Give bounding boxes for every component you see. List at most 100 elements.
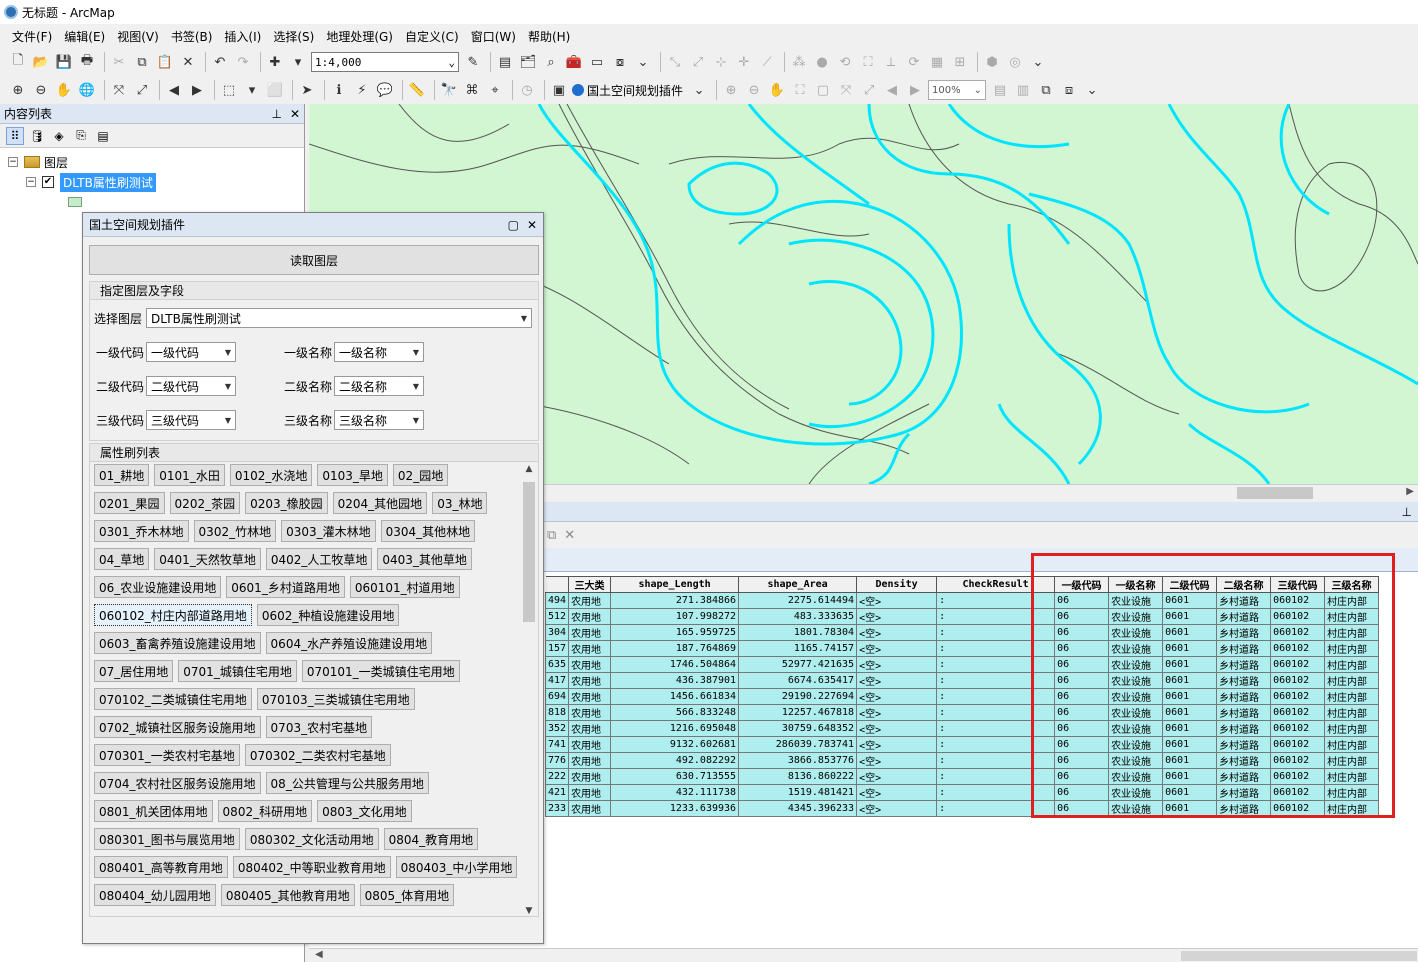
table-cell[interactable]: 060102 xyxy=(1270,752,1326,769)
table-cell[interactable]: 农用地 xyxy=(568,752,612,769)
column-header[interactable]: Density xyxy=(856,576,938,593)
attribute-brush-button[interactable]: 0102_水浇地 xyxy=(229,464,313,486)
select-layer-dropdown[interactable]: DLTB属性刷测试 ▼ xyxy=(146,308,533,328)
measure-icon[interactable]: 📏 xyxy=(407,80,427,100)
table-cell[interactable]: 157 xyxy=(544,640,570,657)
table-cell[interactable]: <空> xyxy=(856,592,938,609)
table-cell[interactable]: 农用地 xyxy=(568,784,612,801)
open-icon[interactable]: 📂 xyxy=(31,52,51,72)
identify-icon[interactable]: ℹ xyxy=(329,80,349,100)
table-cell[interactable]: 421 xyxy=(544,784,570,801)
table-cell[interactable]: 060102 xyxy=(1270,672,1326,689)
full-extent-icon[interactable]: 🌐 xyxy=(77,80,97,100)
table-cell[interactable]: 060102 xyxy=(1270,736,1326,753)
table-cell[interactable]: 06 xyxy=(1054,720,1110,737)
menu-item[interactable]: 文件(F) xyxy=(8,28,56,45)
attribute-brush-button[interactable]: 0403_其他草地 xyxy=(377,548,472,570)
layer-name[interactable]: DLTB属性刷测试 xyxy=(60,172,156,192)
maximize-icon[interactable]: ▢ xyxy=(508,218,519,232)
table-row[interactable]: 157 农用地 187.764869 1165.74157 <空>:06 农业设施 0601… xyxy=(544,640,1380,657)
html-popup-icon[interactable]: 💬 xyxy=(375,80,395,100)
table-row[interactable]: 233 农用地 1233.639936 4345.396233 <空>:06 农业设施 06… xyxy=(544,800,1380,817)
fixed-zoom-in-icon[interactable]: ⤧ xyxy=(109,80,129,100)
snapping-icon[interactable]: ◎ xyxy=(1005,52,1025,72)
attribute-grid[interactable]: 三大类 shape_Length shape_Area Density CheckRes… xyxy=(544,576,1380,817)
table-cell[interactable]: : xyxy=(936,800,1056,817)
table-cell[interactable]: 107.998272 xyxy=(610,608,740,625)
table-cell[interactable]: 436.387901 xyxy=(610,672,740,689)
delete-selected-icon[interactable]: ⧉ xyxy=(547,528,556,543)
table-row[interactable]: 818 农用地 566.833248 12257.467818 <空>:06 农业设施 06… xyxy=(544,704,1380,721)
table-cell[interactable]: 乡村道路 xyxy=(1216,704,1272,721)
copy-icon[interactable]: ⧉ xyxy=(132,52,152,72)
attribute-brush-button[interactable]: 0204_其他园地 xyxy=(332,492,428,514)
table-cell[interactable]: 06 xyxy=(1054,704,1110,721)
table-cell[interactable]: 乡村道路 xyxy=(1216,784,1272,801)
table-cell[interactable]: : xyxy=(936,672,1056,689)
toolbar-options-icon[interactable]: ⌄ xyxy=(689,80,709,100)
table-cell[interactable]: 乡村道路 xyxy=(1216,768,1272,785)
field-dropdown[interactable]: 二级名称 ▼ xyxy=(334,376,425,396)
read-layer-button[interactable]: 读取图层 xyxy=(89,245,539,275)
table-cell[interactable]: 0601 xyxy=(1162,720,1218,737)
table-cell[interactable]: 农用地 xyxy=(568,672,612,689)
table-cell[interactable]: 农用地 xyxy=(568,720,612,737)
table-cell[interactable]: 村庄内部 xyxy=(1324,720,1380,737)
field-dropdown[interactable]: 一级代码 ▼ xyxy=(146,342,237,362)
redo-icon[interactable]: ↷ xyxy=(233,52,253,72)
attribute-brush-button[interactable]: 0401_天然牧草地 xyxy=(154,548,261,570)
pin-icon[interactable]: ⊥ xyxy=(1402,505,1412,519)
attribute-brush-button[interactable]: 0703_农村宅基地 xyxy=(265,716,373,738)
data-driven-pages-icon[interactable]: ⧈ xyxy=(1059,80,1079,100)
table-cell[interactable]: : xyxy=(936,592,1056,609)
table-cell[interactable]: 农业设施 xyxy=(1108,752,1164,769)
layer-symbol-row[interactable] xyxy=(8,192,304,212)
table-cell[interactable]: 农用地 xyxy=(568,640,612,657)
table-cell[interactable]: : xyxy=(936,768,1056,785)
table-row[interactable]: 512 农用地 107.998272 483.333635 <空>:06 农业设施 0601… xyxy=(544,608,1380,625)
delete-icon[interactable]: ✕ xyxy=(178,52,198,72)
table-cell[interactable]: 1216.695048 xyxy=(610,720,740,737)
table-row[interactable]: 417 农用地 436.387901 6674.635417 <空>:06 农业设施 060… xyxy=(544,672,1380,689)
table-cell[interactable]: 乡村道路 xyxy=(1216,752,1272,769)
table-cell[interactable]: 农业设施 xyxy=(1108,672,1164,689)
scroll-left-icon[interactable]: ◀ xyxy=(315,949,323,960)
trace-icon[interactable]: ⟋ xyxy=(757,52,777,72)
table-cell[interactable]: 0601 xyxy=(1162,768,1218,785)
attribute-brush-button[interactable]: 0602_种植设施建设用地 xyxy=(256,604,400,626)
model-builder-icon[interactable]: ⧇ xyxy=(610,52,630,72)
plugin-toolbar-button[interactable]: 国土空间规划插件 xyxy=(572,82,683,99)
menu-item[interactable]: 地理处理(G) xyxy=(322,28,397,45)
layer-visibility-checkbox[interactable]: ✔ xyxy=(42,176,54,188)
attribute-brush-button[interactable]: 0701_城镇住宅用地 xyxy=(178,660,297,682)
table-cell[interactable]: 286039.783741 xyxy=(738,736,858,753)
clear-selection-icon[interactable]: ⬜ xyxy=(265,80,285,100)
table-cell[interactable]: 060102 xyxy=(1270,624,1326,641)
table-cell[interactable]: : xyxy=(936,704,1056,721)
table-cell[interactable]: <空> xyxy=(856,800,938,817)
column-header[interactable]: 一级名称 xyxy=(1108,576,1164,593)
focus-data-frame-icon[interactable]: ▥ xyxy=(1013,80,1033,100)
attribute-brush-button[interactable]: 080404_幼儿园用地 xyxy=(94,884,216,906)
attribute-brush-button[interactable]: 060101_村道用地 xyxy=(349,576,460,598)
table-cell[interactable]: 432.111738 xyxy=(610,784,740,801)
table-cell[interactable]: 村庄内部 xyxy=(1324,704,1380,721)
table-cell[interactable]: 06 xyxy=(1054,672,1110,689)
table-cell[interactable]: 农用地 xyxy=(568,688,612,705)
table-cell[interactable]: 1801.78304 xyxy=(738,624,858,641)
table-cell[interactable]: 06 xyxy=(1054,752,1110,769)
zoom-in-icon[interactable]: ⊕ xyxy=(8,80,28,100)
table-cell[interactable]: 0601 xyxy=(1162,656,1218,673)
table-cell[interactable]: <空> xyxy=(856,752,938,769)
table-row[interactable]: 421 农用地 432.111738 1519.481421 <空>:06 农业设施 060… xyxy=(544,784,1380,801)
table-cell[interactable]: 741 xyxy=(544,736,570,753)
layers-root-row[interactable]: − 图层 xyxy=(8,152,304,172)
catalog-icon[interactable]: 🗂 xyxy=(518,52,538,72)
close-icon[interactable]: ✕ xyxy=(527,218,537,232)
viewer-window-icon[interactable]: ▣ xyxy=(549,80,569,100)
table-cell[interactable]: 农业设施 xyxy=(1108,784,1164,801)
edit-vertices-icon[interactable]: ⁂ xyxy=(789,52,809,72)
table-cell[interactable]: 乡村道路 xyxy=(1216,640,1272,657)
table-cell[interactable]: 农用地 xyxy=(568,592,612,609)
attribute-brush-button[interactable]: 08_公共管理与公共服务用地 xyxy=(265,772,429,794)
